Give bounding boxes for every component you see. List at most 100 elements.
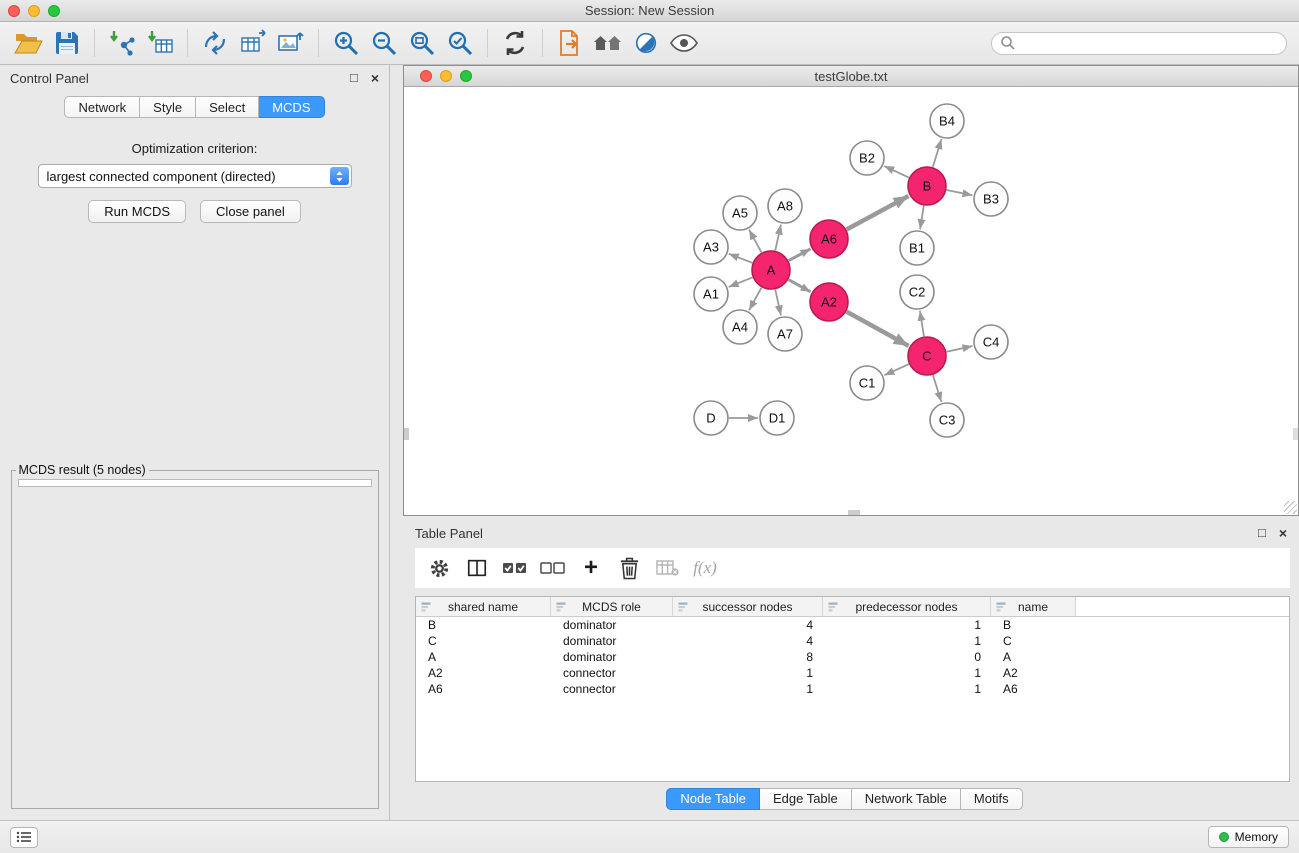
table-panel-close-button[interactable]: × <box>1279 525 1287 541</box>
network-minimize-button[interactable] <box>440 70 452 82</box>
search-input[interactable] <box>1021 36 1278 50</box>
open-session-button[interactable] <box>10 25 48 61</box>
column-header-name[interactable]: name <box>991 597 1076 616</box>
column-header-successor-nodes[interactable]: successor nodes <box>673 597 823 616</box>
table-panel-float-button[interactable]: □ <box>1258 525 1266 541</box>
graph-node-B2[interactable]: B2 <box>850 141 884 175</box>
import-table-button[interactable] <box>141 25 179 61</box>
minimize-window-button[interactable] <box>28 5 40 17</box>
graph-node-A6[interactable]: A6 <box>810 220 848 258</box>
zoom-window-button[interactable] <box>48 5 60 17</box>
graph-edge-A2-C[interactable] <box>847 312 909 346</box>
zoom-selected-button[interactable] <box>441 25 479 61</box>
graph-edge-B-B4[interactable] <box>933 139 942 167</box>
delete-column-button[interactable] <box>613 552 645 584</box>
graph-node-B3[interactable]: B3 <box>974 182 1008 216</box>
graph-node-A5[interactable]: A5 <box>723 196 757 230</box>
deselect-all-columns-button[interactable] <box>537 552 569 584</box>
table-row[interactable]: Bdominator41B <box>416 617 1289 633</box>
memory-button[interactable]: Memory <box>1208 826 1289 848</box>
table-tab-node-table[interactable]: Node Table <box>666 788 760 810</box>
close-window-button[interactable] <box>8 5 20 17</box>
network-close-button[interactable] <box>420 70 432 82</box>
table-row[interactable]: A6connector11A6 <box>416 681 1289 697</box>
table-row[interactable]: A2connector11A2 <box>416 665 1289 681</box>
graph-node-C4[interactable]: C4 <box>974 325 1008 359</box>
graph-node-A7[interactable]: A7 <box>768 317 802 351</box>
task-history-button[interactable] <box>10 827 38 848</box>
graph-node-C2[interactable]: C2 <box>900 275 934 309</box>
graph-node-A8[interactable]: A8 <box>768 189 802 223</box>
graph-edge-A-A8[interactable] <box>775 225 781 251</box>
refresh-button[interactable] <box>496 25 534 61</box>
select-all-columns-button[interactable] <box>499 552 531 584</box>
zoom-out-button[interactable] <box>365 25 403 61</box>
graph-node-D1[interactable]: D1 <box>760 401 794 435</box>
import-network-button[interactable] <box>103 25 141 61</box>
graph-edge-B-B3[interactable] <box>947 190 973 195</box>
resize-grip-icon[interactable] <box>1284 501 1297 514</box>
graph-edge-A-A5[interactable] <box>749 230 761 253</box>
graph-node-D[interactable]: D <box>694 401 728 435</box>
graph-edge-A-A1[interactable] <box>729 277 753 287</box>
table-row[interactable]: Adominator80A <box>416 649 1289 665</box>
graphics-details-button[interactable] <box>627 25 665 61</box>
graph-edge-A-A3[interactable] <box>729 254 753 263</box>
graph-node-C[interactable]: C <box>908 337 946 375</box>
graph-edge-C-C3[interactable] <box>933 375 941 402</box>
graph-edge-C-C4[interactable] <box>947 346 973 352</box>
network-arrows-button[interactable] <box>196 25 234 61</box>
graph-node-A3[interactable]: A3 <box>694 230 728 264</box>
control-tab-style[interactable]: Style <box>140 96 196 118</box>
graph-edge-C-C1[interactable] <box>884 364 908 375</box>
table-row[interactable]: Cdominator41C <box>416 633 1289 649</box>
mcds-result-list[interactable]: A2ABCA6 <box>18 479 372 487</box>
graph-edge-A6-B[interactable] <box>847 196 909 229</box>
zoom-fit-button[interactable] <box>403 25 441 61</box>
graph-edge-A-A2[interactable] <box>789 280 811 292</box>
document-export-button[interactable] <box>551 25 589 61</box>
graph-node-B4[interactable]: B4 <box>930 104 964 138</box>
graph-edge-C-C2[interactable] <box>920 311 924 336</box>
node-label: B <box>923 179 932 194</box>
column-header-predecessor-nodes[interactable]: predecessor nodes <box>823 597 991 616</box>
create-column-button[interactable]: + <box>575 552 607 584</box>
table-settings-button[interactable] <box>423 552 455 584</box>
graph-edge-B-B2[interactable] <box>884 166 909 178</box>
column-header-mcds-role[interactable]: MCDS role <box>551 597 673 616</box>
control-tab-network[interactable]: Network <box>64 96 140 118</box>
control-tab-select[interactable]: Select <box>196 96 259 118</box>
show-hide-panel-button[interactable] <box>665 25 703 61</box>
export-image-button[interactable] <box>272 25 310 61</box>
zoom-in-button[interactable] <box>327 25 365 61</box>
homes-button[interactable] <box>589 25 627 61</box>
table-tab-network-table[interactable]: Network Table <box>852 788 961 810</box>
mcds-result-item[interactable]: A2 <box>24 483 366 487</box>
graph-edge-A-A4[interactable] <box>749 288 761 311</box>
graph-node-A2[interactable]: A2 <box>810 283 848 321</box>
column-header-shared-name[interactable]: shared name <box>416 597 551 616</box>
graph-edge-B-B1[interactable] <box>920 206 924 229</box>
table-tab-edge-table[interactable]: Edge Table <box>760 788 852 810</box>
graph-node-A[interactable]: A <box>752 251 790 289</box>
save-session-button[interactable] <box>48 25 86 61</box>
table-arrows-button[interactable] <box>234 25 272 61</box>
graph-node-A4[interactable]: A4 <box>723 310 757 344</box>
close-mcds-panel-button[interactable]: Close panel <box>200 200 301 223</box>
control-tab-mcds[interactable]: MCDS <box>259 96 324 118</box>
graph-node-B1[interactable]: B1 <box>900 231 934 265</box>
network-zoom-button[interactable] <box>460 70 472 82</box>
optimization-criterion-select[interactable]: largest connected component (directed) <box>38 164 352 188</box>
control-panel-float-button[interactable]: □ <box>350 70 358 86</box>
table-tab-motifs[interactable]: Motifs <box>961 788 1023 810</box>
graph-node-C3[interactable]: C3 <box>930 403 964 437</box>
graph-node-C1[interactable]: C1 <box>850 366 884 400</box>
control-panel-close-button[interactable]: × <box>371 70 379 86</box>
run-mcds-button[interactable]: Run MCDS <box>88 200 186 223</box>
graph-edge-A-A7[interactable] <box>775 290 781 316</box>
show-columns-button[interactable] <box>461 552 493 584</box>
graph-edge-A-A6[interactable] <box>789 249 811 261</box>
graph-node-A1[interactable]: A1 <box>694 277 728 311</box>
graph-node-B[interactable]: B <box>908 167 946 205</box>
network-canvas[interactable]: B4 B2 B B3 A5 A8A6 A3 B1 A C2 A1 A2 A4 A7 C4 C C1 C3 D D1 <box>404 87 1298 515</box>
